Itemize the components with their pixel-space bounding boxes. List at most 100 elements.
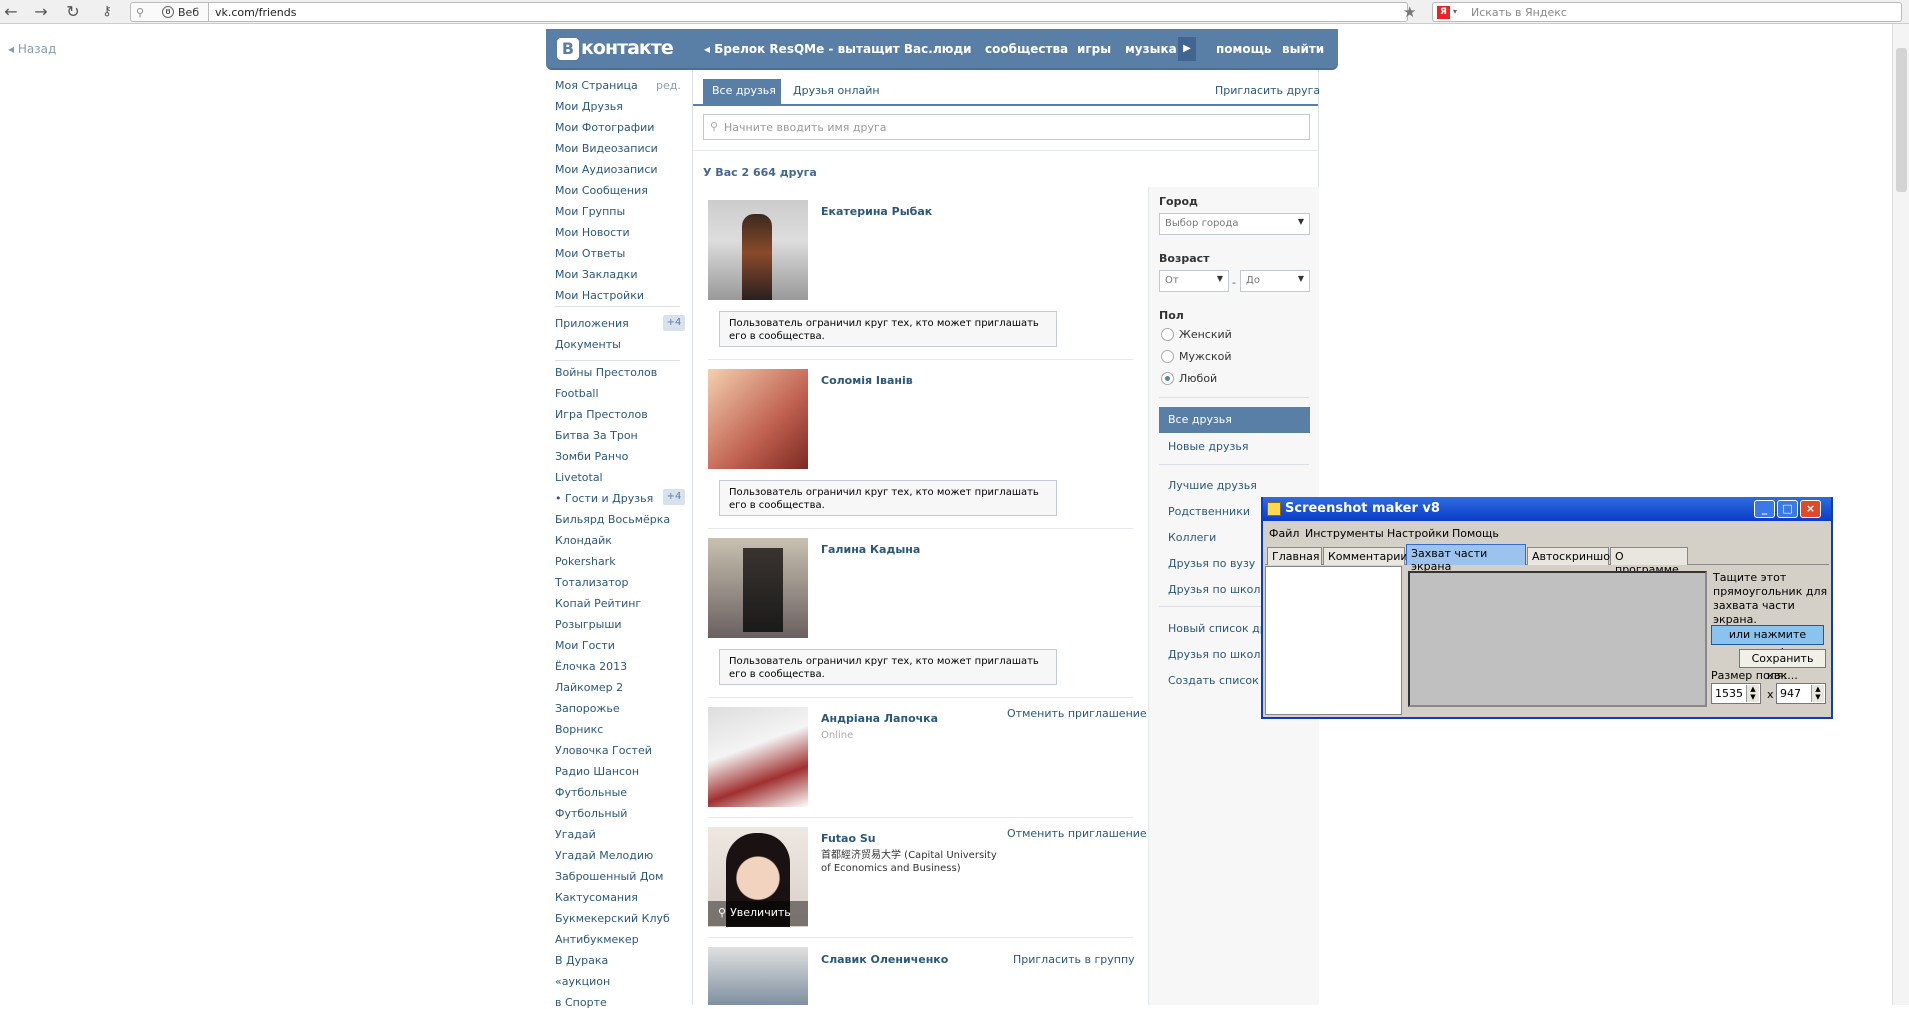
tab-friends-online[interactable]: Друзья онлайн	[793, 84, 880, 97]
left-menu-game-item[interactable]: Football	[555, 387, 599, 400]
minimize-icon[interactable]: _	[1754, 500, 1775, 518]
left-menu-item[interactable]: Мои Новости	[555, 226, 630, 239]
list-all-friends[interactable]: Все друзья	[1159, 407, 1310, 433]
left-menu-game-item[interactable]: в Спорте	[555, 996, 607, 1009]
back-arrow-icon[interactable]: ←	[0, 2, 22, 22]
nav-people[interactable]: люди	[933, 42, 972, 56]
left-menu-game-item[interactable]: Pokershark	[555, 555, 616, 568]
left-menu-game-item[interactable]: Кактусомания	[555, 891, 638, 904]
spinner-arrows-icon[interactable]: ▲ ▼	[1746, 685, 1759, 702]
friend-name[interactable]: Соломія Іванів	[821, 374, 913, 387]
left-menu-game-item[interactable]: Заброшенный Дом	[555, 870, 663, 883]
friend-avatar[interactable]	[708, 707, 808, 807]
left-menu-game-item[interactable]: Игра Престолов	[555, 408, 648, 421]
left-menu-game-item[interactable]: Клондайк	[555, 534, 612, 547]
menu-settings[interactable]: Настройки	[1387, 527, 1449, 540]
tab-autoscreenshot[interactable]: Автоскриншот	[1527, 547, 1616, 565]
left-menu-game-item[interactable]: Уловочка Гостей	[555, 744, 652, 757]
tab-region-capture[interactable]: Захват части экрана	[1406, 544, 1526, 573]
gender-option-label[interactable]: Любой	[1179, 372, 1217, 385]
nav-games[interactable]: игры	[1077, 42, 1111, 56]
click-here-button[interactable]: или нажмите сюда!	[1711, 625, 1824, 659]
left-menu-item[interactable]: Мои Сообщения	[555, 184, 648, 197]
play-icon[interactable]: ▶	[1178, 37, 1196, 61]
left-menu-game-item[interactable]: Бильярд Восьмёрка	[555, 513, 670, 526]
left-menu-game-item[interactable]: Футбольные	[555, 786, 627, 799]
left-menu-game-item[interactable]: Радио Шансон	[555, 765, 639, 778]
menu-help[interactable]: Помощь	[1452, 527, 1499, 540]
tab-about[interactable]: О программе	[1610, 547, 1688, 576]
width-spinner[interactable]: 1535 ▲ ▼	[1711, 683, 1761, 704]
left-menu-game-item[interactable]: • Гости и Друзья	[555, 492, 653, 505]
friend-avatar[interactable]	[708, 369, 808, 469]
tab-comments[interactable]: Комментарии	[1323, 547, 1408, 565]
menu-file[interactable]: Файл	[1269, 527, 1299, 540]
edit-menu-link[interactable]: ред.	[656, 79, 681, 92]
tab-all-friends[interactable]: Все друзья	[703, 79, 781, 104]
capture-rectangle[interactable]	[1408, 571, 1707, 707]
list-colleagues[interactable]: Коллеги	[1168, 531, 1216, 544]
cancel-invitation-link[interactable]: Отменить приглашение	[1007, 827, 1147, 840]
friend-name[interactable]: Галина Кадына	[821, 543, 920, 556]
forward-arrow-icon[interactable]: →	[30, 2, 52, 22]
create-list-link[interactable]: Создать список	[1168, 674, 1259, 687]
page-scrollbar[interactable]	[1892, 24, 1909, 1005]
left-menu-game-item[interactable]: Копай Рейтинг	[555, 597, 641, 610]
list-new-friends[interactable]: Новые друзья	[1168, 440, 1248, 453]
left-menu-item[interactable]: Мои Аудиозаписи	[555, 163, 658, 176]
cancel-invitation-link[interactable]: Отменить приглашение	[1007, 707, 1147, 720]
left-menu-item[interactable]: Мои Фотографии	[555, 121, 654, 134]
counter-badge[interactable]: +4	[663, 315, 685, 331]
spinner-arrows-icon[interactable]: ▲ ▼	[1811, 685, 1824, 702]
vk-logo[interactable]: Вконтакте	[557, 37, 674, 60]
left-menu-game-item[interactable]: Запорожье	[555, 702, 620, 715]
yandex-search-box[interactable]: Я ▾ Искать в Яндекс	[1432, 2, 1902, 22]
friend-avatar[interactable]	[708, 947, 808, 1005]
friend-name[interactable]: Futao Su	[821, 832, 876, 845]
menu-tools[interactable]: Инструменты	[1305, 527, 1384, 540]
zoom-photo-button[interactable]: ⚲ Увеличить	[708, 901, 808, 926]
gender-option-label[interactable]: Женский	[1179, 328, 1232, 341]
close-icon[interactable]: ×	[1800, 500, 1821, 518]
height-spinner[interactable]: 947 ▲ ▼	[1776, 683, 1826, 704]
friend-name[interactable]: Славик Олениченко	[821, 953, 948, 966]
left-menu-app-item[interactable]: Документы	[555, 338, 621, 351]
left-menu-game-item[interactable]: Ёлочка 2013	[555, 660, 627, 673]
save-as-button[interactable]: Сохранить как...	[1739, 649, 1826, 682]
friend-name[interactable]: Андріана Лапочка	[821, 712, 938, 725]
reload-icon[interactable]: ↻	[62, 2, 84, 22]
key-icon[interactable]: ⚷	[96, 2, 118, 22]
left-menu-game-item[interactable]: Livetotal	[555, 471, 603, 484]
left-menu-game-item[interactable]: «аукцион	[555, 975, 610, 988]
left-menu-game-item[interactable]: Битва За Трон	[555, 429, 638, 442]
web-search-toggle[interactable]: ⚲ ʊ Веб	[130, 2, 208, 22]
list-school-friends[interactable]: Друзья по школе	[1168, 583, 1267, 596]
left-menu-game-item[interactable]: Тотализатор	[555, 576, 629, 589]
nav-logout[interactable]: выйти	[1282, 42, 1324, 56]
left-menu-game-item[interactable]: Угадай	[555, 828, 596, 841]
friend-search-input[interactable]: ⚲ Начните вводить имя друга	[703, 114, 1310, 140]
left-menu-game-item[interactable]: В Дурака	[555, 954, 608, 967]
gender-male-radio[interactable]	[1161, 350, 1174, 363]
left-menu-game-item[interactable]: Зомби Ранчо	[555, 450, 628, 463]
left-menu-game-item[interactable]: Футбольный	[555, 807, 627, 820]
gender-any-radio[interactable]	[1161, 372, 1174, 385]
gender-option-label[interactable]: Мужской	[1179, 350, 1231, 363]
window-titlebar[interactable]: Screenshot maker v8 _ □ ×	[1263, 497, 1831, 521]
list-relatives[interactable]: Родственники	[1168, 505, 1250, 518]
new-list-link[interactable]: Новый список дру	[1168, 622, 1273, 635]
counter-badge[interactable]: +4	[663, 489, 685, 505]
left-menu-game-item[interactable]: Мои Гости	[555, 639, 615, 652]
age-from-select[interactable]: От ▼	[1159, 270, 1229, 292]
invite-to-group-link[interactable]: Пригласить в группу	[1013, 953, 1135, 966]
gender-female-radio[interactable]	[1161, 328, 1174, 341]
list-school-friends-2[interactable]: Друзья по школе	[1168, 648, 1267, 661]
left-menu-item[interactable]: Мои Ответы	[555, 247, 625, 260]
left-menu-item[interactable]: Мои Друзья	[555, 100, 623, 113]
left-menu-game-item[interactable]: Букмекерский Клуб	[555, 912, 670, 925]
back-link[interactable]: ◂ Назад	[8, 42, 56, 56]
friend-name[interactable]: Екатерина Рыбак	[821, 205, 932, 218]
left-menu-item[interactable]: Мои Закладки	[555, 268, 637, 281]
left-menu-app-item[interactable]: Приложения	[555, 317, 629, 330]
nav-help[interactable]: помощь	[1216, 42, 1271, 56]
